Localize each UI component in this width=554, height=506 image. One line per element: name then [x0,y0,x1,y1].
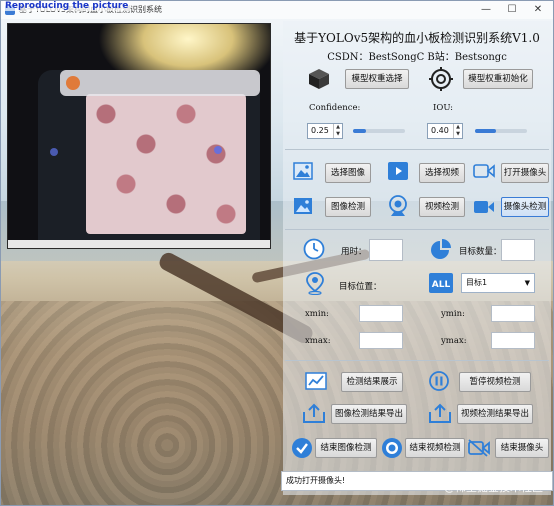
iou-slider[interactable] [475,129,527,133]
xmax-field [359,332,403,349]
chevron-down-icon: ▼ [524,279,530,287]
pause-video-button[interactable]: 暂停视频检测 [459,372,531,392]
clock-icon [303,238,325,260]
open-camera-button[interactable]: 打开摄像头 [501,163,549,183]
image-detect-button[interactable]: 图像检测 [325,197,371,217]
image-detect-icon [294,198,312,214]
spin-arrows-icon[interactable]: ▲ ▼ [453,124,462,138]
phone-notification [60,70,260,96]
check-circle-icon [292,438,312,458]
target-position-label: 目标位置： [339,282,382,292]
target-icon [429,67,453,91]
notification-icon [66,76,80,90]
camera-off-icon [468,439,490,457]
end-image-detect-button[interactable]: 结束图像检测 [315,438,377,458]
app-title: 基于YOLOv5架构的血小板检测识别系统V1.0 [294,31,540,45]
video-bottom-bar [8,240,270,248]
location-pin-icon [306,272,324,295]
camera-icon [473,164,495,178]
app-window: 基于YOLOv5架构的血小板检测识别系统 — ☐ ✕ Reproducing t… [0,0,554,506]
confidence-slider-fill [353,129,366,133]
pie-chart-icon [431,239,451,259]
ymin-field [491,305,535,322]
cube-icon [309,69,329,89]
export-image-icon [303,403,325,423]
svg-text:ALL: ALL [432,280,451,290]
video-file-icon [388,162,408,180]
model-weight-init-button[interactable]: 模型权重初始化 [463,69,533,89]
blood-smear-image [86,94,246,234]
xmin-field [359,305,403,322]
target-count-label: 目标数量： [459,247,502,257]
camera-detect-icon [474,201,494,213]
target-select-value: 目标1 [466,278,488,287]
time-label: 用时： [341,247,367,257]
webcam-icon [389,195,407,216]
image-icon [293,162,313,180]
xmax-label: xmax: [305,336,331,346]
select-image-button[interactable]: 选择图像 [325,163,371,183]
export-video-icon [429,403,451,423]
minimize-button[interactable]: — [475,3,497,17]
confidence-spinbox[interactable]: 0.25 ▲ ▼ [307,123,343,139]
ymax-field [491,332,535,349]
all-targets-icon: ALL [429,273,453,293]
iou-value: 0.40 [431,126,449,135]
confidence-value: 0.25 [311,126,329,135]
maximize-button[interactable]: ☐ [501,3,523,17]
video-label: Reproducing the picture [3,1,131,11]
divider [285,149,549,150]
phone-app-dot [214,146,222,154]
divider [285,229,549,230]
model-weight-select-button[interactable]: 模型权重选择 [345,69,409,89]
export-image-results-button[interactable]: 图像检测结果导出 [331,404,407,424]
spin-arrows-icon[interactable]: ▲ ▼ [333,124,342,138]
pause-icon [429,371,449,391]
iou-label: IOU: [433,103,454,113]
close-button[interactable]: ✕ [527,3,549,17]
confidence-label: Confidence: [309,103,361,113]
app-subtitle: CSDN：BestSongC B站：Bestsongc [327,52,507,63]
end-video-detect-button[interactable]: 结束视频检测 [405,438,465,458]
stop-circle-icon [382,438,402,458]
select-video-button[interactable]: 选择视频 [419,163,465,183]
video-detect-button[interactable]: 视频检测 [419,197,465,217]
ymin-label: ymin: [441,309,465,319]
iou-slider-fill [475,129,496,133]
confidence-slider[interactable] [353,129,405,133]
video-display [7,23,271,249]
xmin-label: xmin: [305,309,329,319]
time-value-field [369,239,403,261]
ymax-label: ymax: [441,336,467,346]
phone-app-dot [50,148,58,156]
line-chart-icon [305,372,327,390]
end-camera-button[interactable]: 结束摄像头 [495,438,549,458]
export-video-results-button[interactable]: 视频检测结果导出 [457,404,533,424]
divider [285,360,549,361]
watermark: @稀土掘金技术社区 [444,481,543,494]
show-results-button[interactable]: 检测结果展示 [341,372,403,392]
target-count-field [501,239,535,261]
iou-spinbox[interactable]: 0.40 ▲ ▼ [427,123,463,139]
target-select[interactable]: 目标1 ▼ [461,273,535,293]
status-text: 成功打开摄像头! [286,476,346,485]
camera-detect-button[interactable]: 摄像头检测 [501,197,549,217]
